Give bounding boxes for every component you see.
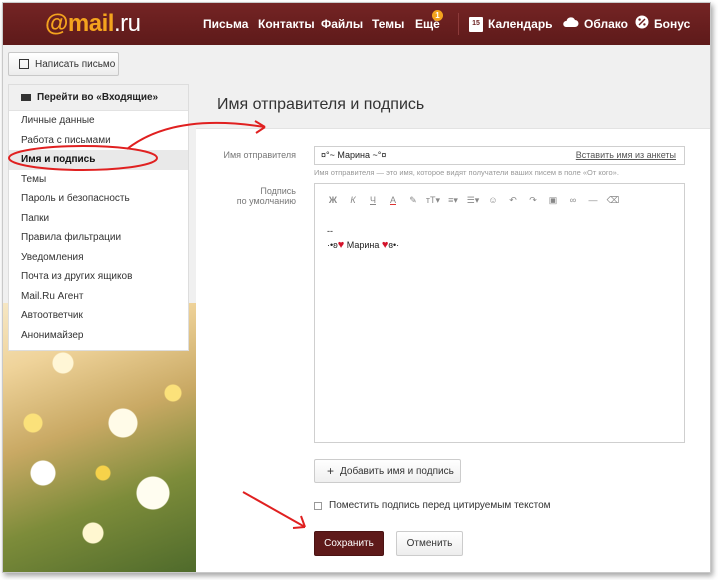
list-icon[interactable]: ☰▾ [463, 193, 483, 207]
sender-name-hint: Имя отправителя — это имя, которое видят… [314, 168, 619, 177]
sidebar-item-other-mailboxes[interactable]: Почта из других ящиков [9, 267, 188, 287]
nav-cloud-label[interactable]: Облако [584, 17, 628, 31]
nav-divider [458, 13, 459, 35]
sidebar-item-personal-data[interactable]: Личные данные [9, 111, 188, 131]
font-size-icon[interactable]: тT▾ [423, 193, 443, 207]
nav-calendar-label[interactable]: Календарь [488, 17, 553, 31]
sidebar-item-autoresponder[interactable]: Автоответчик [9, 306, 188, 326]
compose-label: Написать письмо [35, 58, 116, 70]
settings-main-panel: Имя отправителя и подпись Имя отправител… [196, 82, 710, 572]
add-name-signature-label: Добавить имя и подпись [340, 465, 454, 477]
insert-name-from-profile-link[interactable]: Вставить имя из анкеты [576, 147, 676, 164]
underline-icon[interactable]: Ч [363, 193, 383, 207]
compose-pen-icon [19, 59, 29, 69]
signature-ornament-right: ɞ•· [388, 240, 400, 250]
calendar-icon: 15 [469, 16, 483, 32]
nav-contacts-label[interactable]: Контакты [258, 17, 315, 31]
sidebar-item-themes[interactable]: Темы [9, 170, 188, 190]
link-icon[interactable]: ∞ [563, 193, 583, 207]
sidebar-item-folders[interactable]: Папки [9, 209, 188, 229]
emoji-icon[interactable]: ☺ [483, 193, 503, 207]
horizontal-rule-icon[interactable]: — [583, 193, 603, 207]
notification-badge: 1 [432, 10, 443, 21]
signature-before-quote-checkbox[interactable] [314, 502, 322, 510]
signature-name: Марина [344, 240, 382, 250]
highlight-icon[interactable]: ✎ [403, 193, 423, 207]
sender-name-label: Имя отправителя [223, 150, 296, 160]
nav-more[interactable]: Ещё 1 [415, 3, 443, 45]
nav-themes[interactable]: Темы [372, 3, 404, 45]
signature-ornament-left: ·•ʚ [327, 240, 338, 250]
signature-editor[interactable]: Ж К Ч A ✎ тT▾ ≡▾ ☰▾ ☺ ↶ ↷ ▣ ∞ — ⌫ -- ·•ʚ… [314, 183, 685, 443]
bold-icon[interactable]: Ж [323, 193, 343, 207]
nav-files-label[interactable]: Файлы [321, 17, 363, 31]
sender-name-input[interactable]: ¤°~ Марина ~°¤ Вставить имя из анкеты [314, 146, 685, 165]
cancel-button[interactable]: Отменить [396, 531, 463, 556]
cloud-icon [562, 15, 579, 33]
align-icon[interactable]: ≡▾ [443, 193, 463, 207]
sidebar-item-mailru-agent[interactable]: Mail.Ru Агент [9, 287, 188, 307]
undo-icon[interactable]: ↶ [503, 193, 523, 207]
page-title: Имя отправителя и подпись [196, 82, 710, 129]
settings-sidebar: Перейти во «Входящие» Личные данные Рабо… [8, 84, 189, 351]
clear-format-icon[interactable]: ⌫ [603, 193, 623, 207]
sidebar-item-password-security[interactable]: Пароль и безопасность [9, 189, 188, 209]
nav-themes-label[interactable]: Темы [372, 17, 404, 31]
italic-icon[interactable]: К [343, 193, 363, 207]
signature-before-quote-label[interactable]: Поместить подпись перед цитируемым текст… [329, 500, 551, 511]
signature-dash: -- [327, 226, 333, 236]
sidebar-item-filter-rules[interactable]: Правила фильтрации [9, 228, 188, 248]
envelope-icon [21, 94, 31, 101]
nav-bonus[interactable]: Бонус [635, 3, 690, 45]
top-navigation-bar: @mail.ru Письма Контакты Файлы Темы Ещё 1… [3, 3, 710, 45]
nav-files[interactable]: Файлы [321, 3, 363, 45]
sidebar-item-mail-handling[interactable]: Работа с письмами [9, 131, 188, 151]
nav-letters[interactable]: Письма [203, 3, 248, 45]
go-to-inbox-label: Перейти во «Входящие» [37, 92, 159, 103]
go-to-inbox-link[interactable]: Перейти во «Входящие» [9, 85, 188, 111]
bonus-percent-icon [635, 15, 649, 34]
sidebar-item-notifications[interactable]: Уведомления [9, 248, 188, 268]
plus-icon: + [327, 464, 335, 478]
add-name-signature-button[interactable]: + Добавить имя и подпись [314, 459, 461, 483]
nav-letters-label[interactable]: Письма [203, 17, 248, 31]
nav-contacts[interactable]: Контакты [258, 3, 315, 45]
nav-cloud[interactable]: Облако [562, 3, 628, 45]
nav-bonus-label[interactable]: Бонус [654, 17, 690, 31]
redo-icon[interactable]: ↷ [523, 193, 543, 207]
mail-settings-window: @mail.ru Письма Контакты Файлы Темы Ещё 1… [2, 2, 711, 573]
sidebar-item-anonymizer[interactable]: Анонимайзер [9, 326, 188, 346]
save-button[interactable]: Сохранить [314, 531, 384, 556]
compose-button[interactable]: Написать письмо [8, 52, 119, 76]
signature-label-line2: по умолчанию [236, 196, 296, 206]
image-icon[interactable]: ▣ [543, 193, 563, 207]
sender-name-value: ¤°~ Марина ~°¤ [321, 150, 387, 160]
nav-calendar[interactable]: 15 Календарь [469, 3, 553, 45]
signature-label-line1: Подпись [260, 186, 296, 196]
editor-toolbar: Ж К Ч A ✎ тT▾ ≡▾ ☰▾ ☺ ↶ ↷ ▣ ∞ — ⌫ [323, 193, 623, 207]
signature-label: Подпись по умолчанию [206, 186, 296, 206]
signature-content: -- ·•ʚ♥ Марина ♥ɞ•· [327, 224, 399, 252]
text-color-icon[interactable]: A [383, 193, 403, 207]
sidebar-item-name-signature[interactable]: Имя и подпись [9, 150, 188, 170]
mailru-logo[interactable]: @mail.ru [45, 10, 141, 38]
